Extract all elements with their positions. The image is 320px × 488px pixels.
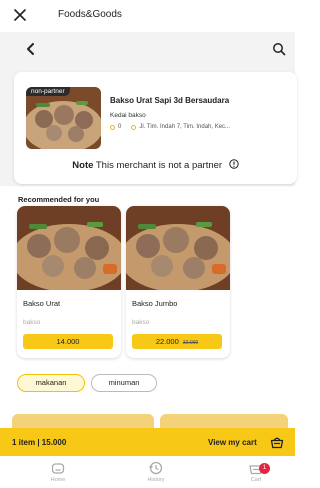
cart-count-badge: 1 [259, 463, 270, 474]
location-icon [131, 124, 137, 130]
nav-history-label: History [147, 477, 165, 483]
non-partner-badge: non-partner [26, 87, 70, 96]
nav-home-label: Home [50, 477, 66, 483]
app-title: Foods&Goods [58, 9, 122, 20]
back-arrow-icon[interactable] [24, 42, 38, 56]
nav-item-cart[interactable]: Cart [236, 460, 276, 483]
close-icon[interactable] [12, 7, 28, 23]
product-card[interactable]: Bakso Urat bakso 14.000 [17, 206, 121, 358]
basket-icon [270, 437, 284, 449]
category-chip-makanan[interactable]: makanan [17, 374, 85, 392]
merchant-note: Note This merchant is not a partner [14, 159, 297, 171]
merchant-card: non-partner Bakso Urat Sapi 3d Bersaudar… [14, 72, 297, 184]
add-to-cart-button[interactable]: 22.000 32.000 [132, 334, 222, 349]
product-price: 22.000 [155, 337, 179, 346]
cart-summary: 1 item | 15.000 [12, 438, 67, 447]
product-old-price: 32.000 [182, 340, 199, 346]
product-image [17, 206, 121, 290]
home-icon [51, 463, 65, 474]
merchant-name: Bakso Urat Sapi 3d Bersaudara [110, 96, 230, 105]
merchant-image [26, 87, 101, 149]
bottom-nav: Home History Cart [0, 456, 295, 488]
merchant-rating: 0 [118, 124, 122, 130]
product-card[interactable]: Bakso Jumbo bakso 22.000 32.000 [126, 206, 230, 358]
product-card-partial [12, 414, 154, 428]
star-icon [110, 124, 115, 130]
app-bar: Foods&Goods [0, 0, 295, 30]
product-name: Bakso Jumbo [132, 299, 178, 308]
search-icon[interactable] [272, 42, 286, 56]
note-label: Note [72, 160, 94, 171]
product-card-partial [160, 414, 288, 428]
add-to-cart-button[interactable]: 14.000 [23, 334, 113, 349]
history-icon [149, 461, 163, 475]
sub-bar [0, 32, 295, 66]
nav-cart-label: Cart [250, 477, 262, 483]
product-category: bakso [132, 319, 150, 326]
product-name: Bakso Urat [23, 299, 61, 308]
info-icon[interactable] [229, 159, 239, 169]
note-text: This merchant is not a partner [95, 160, 223, 171]
product-image [126, 206, 230, 290]
cart-bar[interactable]: 1 item | 15.000 View my cart [0, 428, 295, 456]
category-chip-minuman[interactable]: minuman [91, 374, 157, 392]
nav-item-home[interactable]: Home [38, 460, 78, 483]
nav-item-history[interactable]: History [136, 460, 176, 483]
merchant-address: Jl. Tim. Indah 7, Tim. Indah, Kec... [139, 124, 231, 130]
merchant-category: Kedai bakso [110, 112, 146, 119]
merchant-meta: 0 Jl. Tim. Indah 7, Tim. Indah, Kec... [110, 124, 230, 130]
product-category: bakso [23, 319, 41, 326]
product-price: 14.000 [56, 337, 80, 346]
view-cart-button[interactable]: View my cart [208, 438, 257, 447]
recommended-title: Recommended for you [18, 195, 100, 204]
